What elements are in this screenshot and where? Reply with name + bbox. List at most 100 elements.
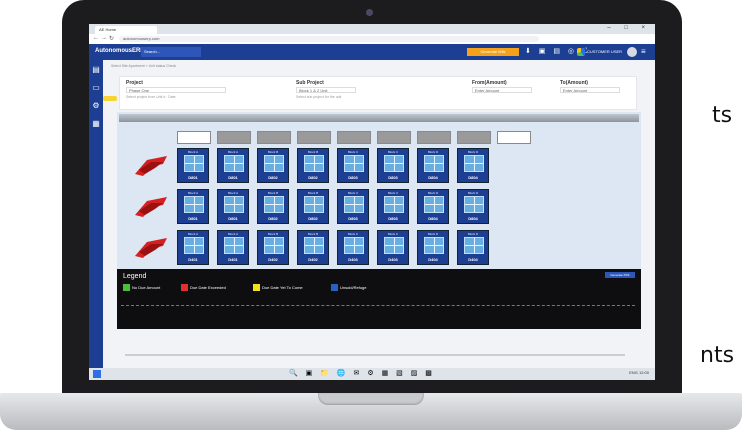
search-field[interactable]: Search... — [141, 47, 201, 57]
unit-cell[interactable]: Block D D404 — [417, 230, 449, 265]
legend-label: No Due Amount — [132, 285, 161, 290]
unit-cell[interactable]: Block D D804 — [457, 189, 489, 224]
window-icon — [344, 196, 364, 213]
legend-label: Due Date Exceeded — [190, 285, 226, 290]
laptop-lid: AE Home – □ × ← → ↻ autonomouserp.com Au… — [62, 0, 682, 400]
unit-code: D402 — [268, 257, 278, 262]
window-icon — [264, 237, 284, 254]
webcam-icon — [366, 9, 373, 16]
unit-cell[interactable]: Block A D801 — [217, 148, 249, 183]
url-field[interactable]: autonomouserp.com — [119, 36, 539, 42]
window-icon — [304, 237, 324, 254]
window-icon — [264, 196, 284, 213]
reload-icon[interactable]: ↻ — [109, 35, 114, 42]
app-header: AutonomousERP Search... Generate Bills ⬇… — [89, 44, 655, 60]
unit-cell[interactable]: Block D D804 — [417, 148, 449, 183]
back-icon[interactable]: ← — [93, 35, 99, 41]
window-icon — [224, 155, 244, 172]
unit-block-label: Block B — [267, 232, 279, 236]
unit-code: D404 — [428, 257, 438, 262]
window-icon — [464, 155, 484, 172]
legend-swatch — [123, 284, 130, 292]
unit-cell[interactable]: Block A D801 — [217, 189, 249, 224]
taskbar-app-icons[interactable]: 🔍 ▣ 📁 🌐 ✉ ⚙ ▦ ▧ ▨ ▩ — [289, 369, 435, 377]
project-select[interactable]: Phase One — [126, 87, 226, 93]
to-amount-label: To(Amount) — [560, 80, 588, 86]
unit-cell[interactable]: Block A D401 — [217, 230, 249, 265]
horizontal-scrollbar[interactable] — [125, 354, 625, 356]
unit-cell[interactable]: Block D D404 — [457, 230, 489, 265]
unit-block-label: Block A — [227, 191, 238, 195]
row-flag-icon — [135, 156, 167, 176]
unit-code: D803 — [348, 175, 358, 180]
from-amount-label: From(Amount) — [472, 80, 507, 86]
start-icon[interactable] — [93, 370, 101, 378]
unit-cell[interactable]: Block B D802 — [297, 148, 329, 183]
unit-cell[interactable]: Block D D804 — [417, 189, 449, 224]
unit-cell[interactable]: Block B D802 — [297, 189, 329, 224]
from-amount-input[interactable]: Enter Amount — [472, 87, 532, 93]
settings-icon[interactable]: ⚙ — [92, 102, 100, 110]
unit-cell[interactable]: Block B D802 — [257, 189, 289, 224]
unit-code: D803 — [388, 216, 398, 221]
unit-cell[interactable]: Block B D402 — [297, 230, 329, 265]
unit-code: D804 — [468, 216, 478, 221]
unit-cell[interactable]: Block C D403 — [337, 230, 369, 265]
legend-item-no-due: No Due Amount — [123, 284, 160, 292]
dashboard-icon[interactable]: ▤ — [92, 66, 100, 74]
unit-block-label: Block D — [427, 150, 439, 154]
unit-code: D803 — [348, 216, 358, 221]
floor-box — [417, 131, 451, 144]
unit-cell[interactable]: Block C D803 — [377, 189, 409, 224]
unit-code: D403 — [388, 257, 398, 262]
legend-label: Due Date Yet To Come — [262, 285, 303, 290]
unit-block-label: Block B — [307, 191, 319, 195]
row-flag-icon — [135, 238, 167, 258]
window-icon — [464, 196, 484, 213]
brand-name[interactable]: AutonomousERP — [95, 48, 144, 54]
unit-cell[interactable]: Block A D801 — [177, 148, 209, 183]
sub-project-select[interactable]: Block 1 & 2 Unit — [296, 87, 356, 93]
generate-pdf-button[interactable]: Generate PDF — [605, 272, 635, 278]
unit-block-label: Block A — [227, 150, 238, 154]
unit-cell[interactable]: Block C D803 — [337, 148, 369, 183]
unit-code: D802 — [268, 175, 278, 180]
unit-cell[interactable]: Block A D801 — [177, 189, 209, 224]
window-icon — [224, 196, 244, 213]
unit-code: D804 — [468, 175, 478, 180]
floor-box — [297, 131, 331, 144]
unit-block-label: Block B — [267, 191, 279, 195]
window-controls[interactable]: – □ × — [607, 25, 651, 31]
unit-code: D801 — [228, 175, 238, 180]
window-icon — [424, 237, 444, 254]
trackpad-notch — [318, 393, 424, 405]
unit-code: D401 — [228, 257, 238, 262]
units-icon[interactable]: ▭ — [92, 84, 100, 92]
to-amount-input[interactable]: Enter Amount — [560, 87, 620, 93]
unit-code: D804 — [428, 216, 438, 221]
generate-bills-button[interactable]: Generate Bills — [467, 48, 519, 56]
unit-cell[interactable]: Block C D403 — [377, 230, 409, 265]
unit-block-label: Block D — [467, 150, 479, 154]
menu-icon[interactable]: ≡ — [641, 47, 646, 57]
laptop-base — [0, 393, 742, 430]
user-name[interactable]: CUSTOMER USER — [587, 49, 622, 54]
browser-tab[interactable]: AE Home — [95, 26, 157, 34]
unit-cell[interactable]: Block B D802 — [257, 148, 289, 183]
unit-cell[interactable]: Block A D401 — [177, 230, 209, 265]
forward-icon[interactable]: → — [101, 35, 107, 41]
row-flag-icon — [135, 197, 167, 217]
unit-cell[interactable]: Block D D804 — [457, 148, 489, 183]
avatar[interactable] — [627, 47, 637, 57]
documents-icon[interactable]: ▦ — [92, 120, 100, 128]
unit-block-label: Block C — [387, 232, 399, 236]
window-icon — [264, 155, 284, 172]
unit-cell[interactable]: Block B D402 — [257, 230, 289, 265]
legend-swatch — [181, 284, 188, 292]
unit-cell[interactable]: Block C D803 — [337, 189, 369, 224]
unit-code: D801 — [188, 216, 198, 221]
side-text-fragment-1: ts — [712, 103, 733, 128]
unit-cell[interactable]: Block C D803 — [377, 148, 409, 183]
window-icon — [424, 196, 444, 213]
window-icon — [184, 237, 204, 254]
